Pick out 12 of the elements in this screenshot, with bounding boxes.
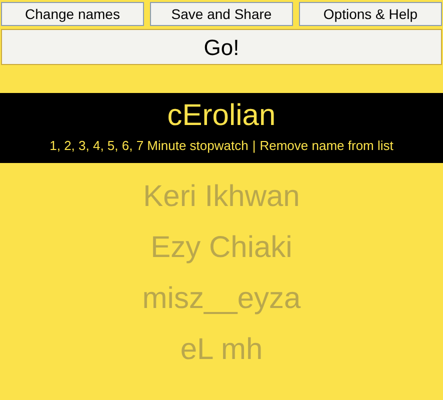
name-item: misz__eyza xyxy=(142,281,301,317)
name-item: eL mh xyxy=(180,332,263,368)
name-item: Keri Ikhwan xyxy=(143,179,300,215)
menu-button[interactable]: Options & Help xyxy=(299,2,442,26)
menu-button[interactable]: Change names xyxy=(1,2,144,26)
remove-name-link[interactable]: Remove name from list xyxy=(260,135,394,157)
name-item: Ezy Chiaki xyxy=(150,230,292,266)
menu-button[interactable]: Save and Share xyxy=(150,2,293,26)
go-button[interactable]: Go! xyxy=(1,29,442,65)
link-separator: | xyxy=(252,137,256,155)
banner-title: cErolian xyxy=(167,98,276,134)
stopwatch-link[interactable]: 1, 2, 3, 4, 5, 6, 7 Minute stopwatch xyxy=(50,135,248,157)
